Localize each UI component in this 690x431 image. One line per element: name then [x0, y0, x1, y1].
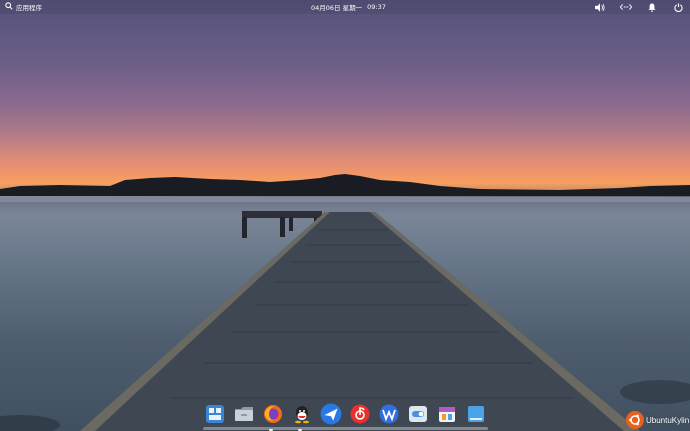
ubuntukylin-logo: UbuntuKylin — [626, 410, 689, 430]
notification-bell-icon[interactable] — [646, 1, 658, 13]
netease-music-icon[interactable] — [348, 402, 372, 426]
taskbar-dock — [199, 399, 491, 428]
feishu-icon[interactable] — [319, 402, 343, 426]
applications-label: 应用程序 — [16, 4, 42, 12]
system-tray — [594, 1, 684, 13]
logo-text: UbuntuKylin — [646, 415, 690, 425]
applications-menu-button[interactable]: 应用程序 — [5, 2, 42, 12]
volume-icon[interactable] — [594, 1, 606, 13]
desktop-icon[interactable] — [464, 402, 488, 426]
software-store-icon[interactable] — [435, 402, 459, 426]
wallpaper-scene — [0, 174, 690, 431]
search-icon — [5, 2, 13, 12]
wps-office-icon[interactable] — [377, 402, 401, 426]
multitasking-view-icon[interactable] — [203, 402, 227, 426]
top-panel: 应用程序 04月06日 星期一 09:37 — [0, 0, 690, 14]
dock-background-bar — [203, 427, 488, 430]
power-icon[interactable] — [672, 1, 684, 13]
ubuntu-circle-icon — [626, 411, 644, 429]
desktop-wallpaper — [0, 0, 690, 431]
clock-button[interactable]: 04月06日 星期一 09:37 — [311, 2, 386, 12]
qq-icon[interactable] — [290, 402, 314, 426]
date-label: 04月06日 星期一 — [311, 4, 363, 12]
settings-toggle-icon[interactable] — [406, 402, 430, 426]
time-label: 09:37 — [367, 3, 386, 11]
firefox-icon[interactable] — [261, 402, 285, 426]
network-icon[interactable] — [620, 1, 632, 13]
file-manager-icon[interactable] — [232, 402, 256, 426]
